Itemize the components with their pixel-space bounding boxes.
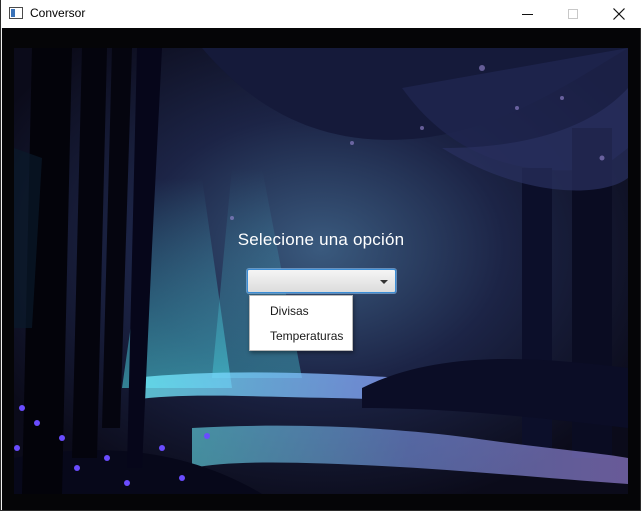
close-icon	[613, 8, 625, 20]
prompt-heading: Selecione una opción	[237, 230, 405, 249]
close-button[interactable]	[596, 0, 641, 28]
combo-dropdown-list: Divisas Temperaturas	[249, 295, 353, 351]
title-bar[interactable]: Conversor	[1, 0, 641, 28]
maximize-icon	[568, 9, 578, 19]
window-title: Conversor	[30, 6, 86, 20]
minimize-icon	[521, 13, 533, 15]
chevron-down-icon[interactable]	[380, 280, 388, 284]
content-panel: Selecione una opción Divisas Temperatura…	[2, 28, 640, 510]
maximize-button[interactable]	[550, 0, 596, 28]
dropdown-option-temperaturas[interactable]: Temperaturas	[250, 324, 352, 348]
app-window-icon	[9, 7, 23, 19]
minimize-button[interactable]	[504, 0, 550, 28]
option-combo-box[interactable]	[247, 269, 396, 293]
dropdown-option-divisas[interactable]: Divisas	[250, 299, 352, 323]
app-window: Conversor Selecione una opción Divisas T…	[0, 0, 641, 511]
